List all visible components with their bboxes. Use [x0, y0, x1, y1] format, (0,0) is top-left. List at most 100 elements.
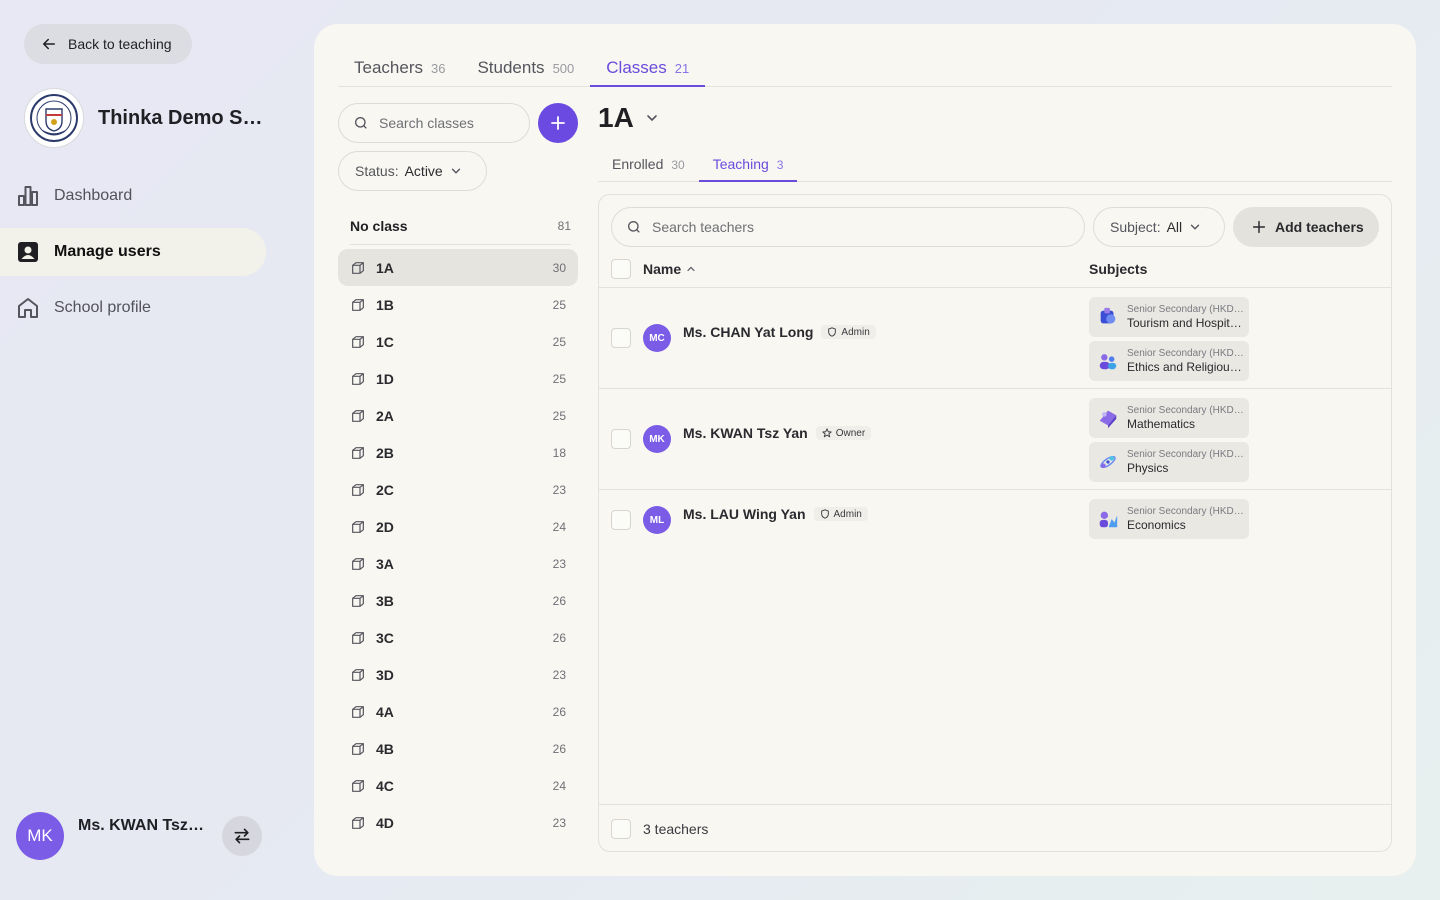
bar-chart-icon: [18, 186, 38, 206]
table-row[interactable]: MC Ms. CHAN Yat Long Admin Senior Secondary…: [599, 288, 1391, 389]
user-avatar[interactable]: MK: [16, 812, 64, 860]
class-label: 1B: [376, 296, 394, 313]
class-item-4c[interactable]: 4C 24: [338, 767, 578, 804]
class-label: 1A: [376, 259, 394, 276]
class-item-1d[interactable]: 1D 25: [338, 360, 578, 397]
subject-filter-label: Subject:: [1110, 219, 1161, 235]
footer-select-checkbox[interactable]: [611, 819, 631, 839]
table-row[interactable]: ML Ms. LAU Wing Yan Admin Senior Secondary …: [599, 490, 1391, 551]
status-filter-dropdown[interactable]: Status: Active: [338, 151, 487, 191]
add-class-button[interactable]: [538, 103, 578, 143]
tab-count: 30: [671, 158, 685, 172]
class-search-input[interactable]: Search classes: [338, 103, 530, 143]
subject-name: Ethics and Religious Studies: [1127, 360, 1245, 374]
teacher-avatar: ML: [643, 506, 671, 534]
cube-icon: [352, 409, 364, 422]
class-label: 4C: [376, 777, 394, 794]
class-item-1c[interactable]: 1C 25: [338, 323, 578, 360]
class-count: 23: [552, 482, 566, 497]
plus-icon: [551, 116, 565, 130]
tab-teaching[interactable]: Teaching 3: [698, 148, 798, 182]
subject-chip: Senior Secondary (HKDSE) Ethics and Relig…: [1089, 341, 1249, 381]
teacher-name[interactable]: Ms. CHAN Yat Long: [683, 324, 813, 340]
class-label: 1C: [376, 333, 394, 350]
globe-3d-icon: [1097, 306, 1119, 328]
class-item-3c[interactable]: 3C 26: [338, 619, 578, 656]
cube-icon: [352, 668, 364, 681]
nav-item-dashboard[interactable]: Dashboard: [0, 172, 266, 220]
nav-item-manage-users[interactable]: Manage users: [0, 228, 266, 276]
role-label: Admin: [841, 326, 870, 338]
cube-icon: [352, 483, 364, 496]
class-selector[interactable]: 1A: [598, 102, 660, 134]
arrow-left-icon: [43, 38, 55, 50]
table-row[interactable]: MK Ms. KWAN Tsz Yan Owner Senior Secondary …: [599, 389, 1391, 490]
table-footer: 3 teachers: [599, 804, 1391, 851]
class-count: 26: [552, 630, 566, 645]
select-all-checkbox[interactable]: [611, 259, 631, 279]
teacher-name[interactable]: Ms. KWAN Tsz Yan: [683, 425, 808, 441]
cube-icon: [352, 594, 364, 607]
row-checkbox[interactable]: [611, 429, 631, 449]
role-badge: Owner: [815, 426, 872, 440]
cube-icon: [352, 779, 364, 792]
swap-arrows-icon: [234, 828, 250, 844]
role-label: Owner: [835, 427, 866, 439]
class-item-1a[interactable]: 1A 30: [338, 249, 578, 286]
tab-teachers[interactable]: Teachers 36: [338, 48, 461, 87]
class-count: 25: [552, 297, 566, 312]
class-item-4a[interactable]: 4A 26: [338, 693, 578, 730]
tab-students[interactable]: Students 500: [461, 48, 590, 87]
teacher-name[interactable]: Ms. LAU Wing Yan: [683, 506, 806, 522]
teacher-avatar: MK: [643, 425, 671, 453]
class-item-no-class[interactable]: No class 81: [350, 208, 571, 245]
chart-3d-icon: [1097, 508, 1119, 530]
tab-label: Teachers: [354, 58, 423, 77]
class-item-2b[interactable]: 2B 18: [338, 434, 578, 471]
plus-icon: [1252, 220, 1266, 234]
class-item-2d[interactable]: 2D 24: [338, 508, 578, 545]
class-list: 1A 30 1B 25 1C 25 1D 25 2A 25 2B 18 2C 23 2D 24 3A 23 3B 26…: [338, 249, 578, 841]
teacher-avatar: MC: [643, 324, 671, 352]
switch-account-button[interactable]: [222, 816, 262, 856]
class-item-4b[interactable]: 4B 26: [338, 730, 578, 767]
sidebar: Back to teaching Thinka Demo Secondary S…: [0, 0, 290, 900]
row-checkbox[interactable]: [611, 328, 631, 348]
subject-level: Senior Secondary (HKDSE): [1127, 449, 1245, 460]
people-3d-icon: [1097, 350, 1119, 372]
teacher-search-input[interactable]: Search teachers: [611, 207, 1085, 247]
class-item-3a[interactable]: 3A 23: [338, 545, 578, 582]
subject-level: Senior Secondary (HKDSE): [1127, 304, 1245, 315]
class-item-3b[interactable]: 3B 26: [338, 582, 578, 619]
subject-filter-dropdown[interactable]: Subject: All: [1093, 207, 1225, 247]
cube-icon: [352, 557, 364, 570]
back-to-teaching-button[interactable]: Back to teaching: [24, 24, 192, 64]
cube-icon: [352, 631, 364, 644]
class-item-2a[interactable]: 2A 25: [338, 397, 578, 434]
class-item-3d[interactable]: 3D 23: [338, 656, 578, 693]
subject-name: Physics: [1127, 461, 1169, 475]
home-icon: [18, 298, 38, 318]
class-label: 3D: [376, 666, 394, 683]
class-item-2c[interactable]: 2C 23: [338, 471, 578, 508]
nav-label: Dashboard: [54, 187, 133, 204]
add-teachers-label: Add teachers: [1275, 219, 1364, 235]
tab-enrolled[interactable]: Enrolled 30: [598, 148, 699, 182]
row-checkbox[interactable]: [611, 510, 631, 530]
cube-icon: [352, 705, 364, 718]
tab-classes[interactable]: Classes 21: [590, 48, 706, 87]
subject-level: Senior Secondary (HKDSE): [1127, 405, 1245, 416]
class-label: 4D: [376, 814, 394, 831]
class-count: 30: [552, 260, 566, 275]
nav-item-school-profile[interactable]: School profile: [0, 284, 266, 332]
add-teachers-button[interactable]: Add teachers: [1233, 207, 1379, 247]
column-name-sort[interactable]: Name: [643, 261, 697, 277]
subject-name: Tourism and Hospitality Studies: [1127, 316, 1245, 330]
class-item-4d[interactable]: 4D 23: [338, 804, 578, 841]
class-item-1b[interactable]: 1B 25: [338, 286, 578, 323]
subject-level: Senior Secondary (HKDSE): [1127, 506, 1245, 517]
column-subjects-label: Subjects: [1089, 261, 1148, 277]
subject-chip: Senior Secondary (HKDSE) Tourism and Hosp…: [1089, 297, 1249, 337]
class-search-placeholder: Search classes: [379, 115, 474, 131]
status-filter-value: Active: [404, 163, 443, 179]
